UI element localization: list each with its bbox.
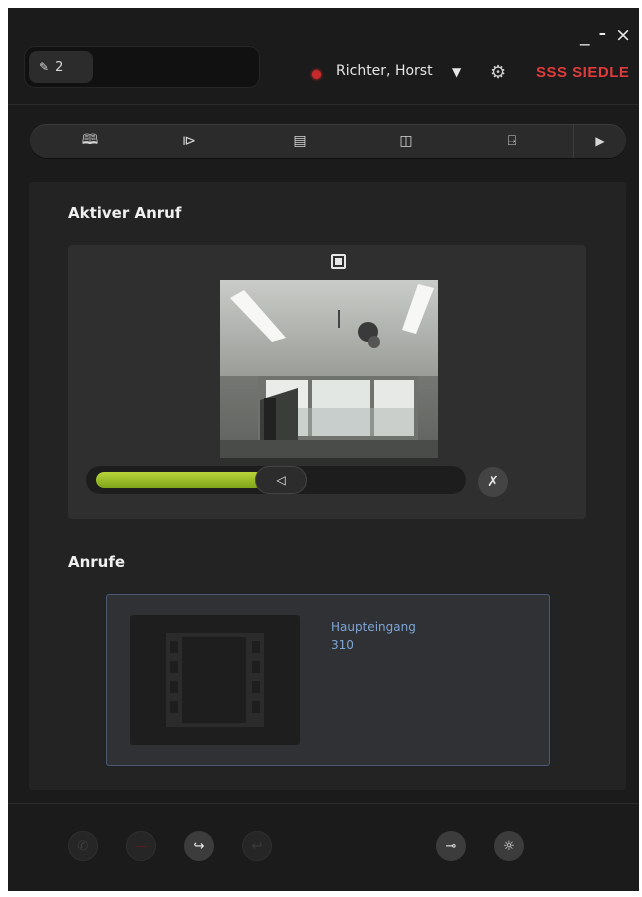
map-book-icon[interactable]: 🕮: [68, 124, 112, 158]
back-icon: ↩: [251, 838, 263, 854]
camera-image: [220, 280, 438, 458]
film-strip-icon: [166, 633, 264, 727]
extension-chip[interactable]: ✎ 2: [29, 51, 93, 83]
call-thumbnail: [130, 615, 300, 745]
toolbar: 🕮 ⧐ ▤ ◫ ⍈ ▶: [30, 124, 626, 158]
video-feed: [220, 280, 438, 458]
gear-icon[interactable]: ⚙: [490, 62, 506, 83]
door-open-icon[interactable]: ⍈: [490, 124, 534, 158]
hangup-icon: —: [134, 838, 148, 854]
volume-slider-fill: [96, 472, 263, 488]
call-accept-button[interactable]: ✆: [68, 831, 98, 861]
window-controls[interactable]: _ ⁃ ×: [580, 24, 632, 46]
toolbar-separator: [573, 124, 574, 158]
pen-icon: ✎: [39, 60, 50, 74]
call-name: Haupteingang: [331, 620, 416, 634]
fullscreen-icon[interactable]: [331, 254, 346, 269]
footer-divider: [8, 803, 639, 804]
forward-icon: ↪: [193, 838, 205, 854]
back-button[interactable]: ↩: [242, 831, 272, 861]
chevron-down-icon[interactable]: ▼: [452, 65, 461, 79]
status-indicator: [312, 70, 321, 79]
header-divider: [8, 104, 639, 105]
light-button[interactable]: ☼: [494, 831, 524, 861]
user-name[interactable]: Richter, Horst: [336, 63, 433, 79]
forward-button[interactable]: ↪: [184, 831, 214, 861]
mic-mute-button[interactable]: ✗: [478, 467, 508, 497]
door-key-icon: ⊸: [445, 838, 457, 854]
door-key-button[interactable]: ⊸: [436, 831, 466, 861]
speaker-icon: ◁: [276, 473, 286, 487]
active-call-heading: Aktiver Anruf: [68, 204, 182, 222]
single-panel-icon[interactable]: ▤: [278, 124, 322, 158]
speaker-signal-icon[interactable]: ⧐: [167, 124, 211, 158]
play-icon[interactable]: ▶: [578, 124, 622, 158]
extension-field[interactable]: ✎ 2: [24, 46, 260, 88]
calls-heading: Anrufe: [68, 553, 126, 571]
call-number: 310: [331, 638, 354, 652]
siedle-logo: SSS SIEDLE: [536, 64, 630, 81]
call-accept-icon: ✆: [77, 838, 89, 854]
split-panel-icon[interactable]: ◫: [384, 124, 428, 158]
light-icon: ☼: [503, 838, 515, 854]
hangup-button[interactable]: —: [126, 831, 156, 861]
mic-mute-icon: ✗: [487, 474, 499, 490]
volume-slider-handle[interactable]: ◁: [256, 467, 306, 493]
extension-number: 2: [55, 59, 64, 75]
